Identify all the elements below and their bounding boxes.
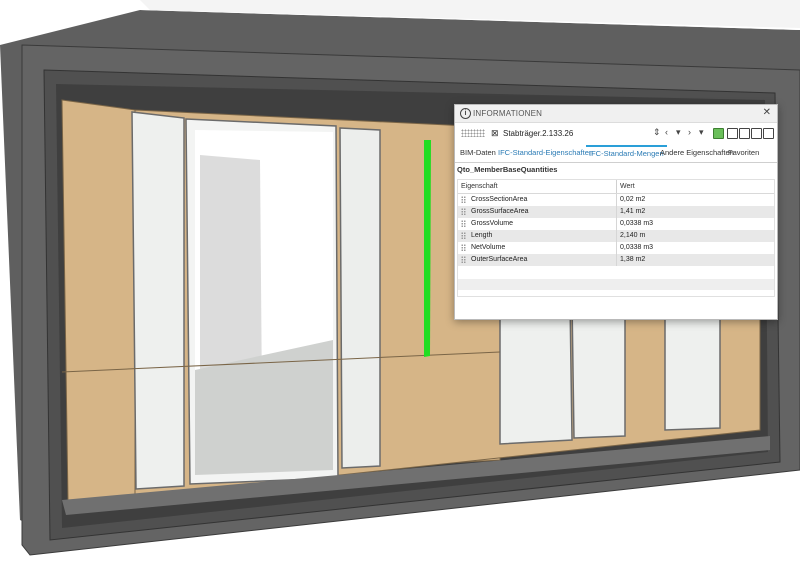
row-grip-icon[interactable] [461,208,466,216]
prev-icon[interactable]: ‹ [665,127,668,137]
panel-title: INFORMATIONEN [473,109,543,118]
clipboard-icon[interactable] [727,128,738,139]
member-icon: ⊠ [491,128,499,138]
glass-pane-5 [571,299,626,439]
tab-bar: BIM-Daten IFC-Standard-Eigenschaften IFC… [455,145,777,163]
property-name: NetVolume [471,244,506,251]
object-name: Stabträger.2.133.26 [503,129,574,138]
empty-row [458,279,774,290]
table-row[interactable]: NetVolume 0,0338 m3 [458,242,774,254]
property-value: 0,0338 m3 [620,244,654,251]
column-divider [616,194,617,206]
window-icon[interactable] [763,128,774,139]
row-grip-icon[interactable] [461,232,466,240]
property-value: 2,140 m [620,232,646,239]
table-row[interactable]: GrossVolume 0,0338 m3 [458,218,774,230]
close-icon[interactable]: ✕ [763,107,771,118]
column-divider [616,230,617,242]
column-divider [616,242,617,254]
table-row[interactable]: OuterSurfaceArea 1,38 m2 [458,254,774,266]
drag-grip-icon[interactable] [461,129,485,137]
property-value: 0,02 m2 [620,196,646,203]
dropdown-icon[interactable]: ▾ [699,127,704,138]
row-grip-icon[interactable] [461,196,466,204]
row-grip-icon[interactable] [461,220,466,228]
grid-header: Eigenschaft Wert [458,180,774,194]
selected-member [424,140,431,357]
table-row[interactable]: CrossSectionArea 0,02 m2 [458,194,774,206]
info-icon: i [460,108,471,119]
property-name: Length [471,232,493,239]
glass-pane-1 [131,111,185,490]
property-name: GrossSurfaceArea [471,208,529,215]
table-row[interactable]: GrossSurfaceArea 1,41 m2 [458,206,774,218]
updown-arrows-icon[interactable]: ⇕ [653,127,661,138]
header-property[interactable]: Eigenschaft [461,183,498,190]
column-divider [616,206,617,218]
object-bar: ⊠ Stabträger.2.133.26 ⇕ ‹ ▾ › ▾ [455,123,777,145]
property-name: OuterSurfaceArea [471,256,528,263]
clipboard-icon[interactable] [739,128,750,139]
tab-bim-daten[interactable]: BIM-Daten [457,145,499,161]
column-divider [616,254,617,266]
property-value: 1,38 m2 [620,256,646,263]
row-grip-icon[interactable] [461,244,466,252]
section-title: Qto_MemberBaseQuantities [457,165,558,174]
glass-pane-4 [499,299,573,445]
property-name: CrossSectionArea [471,196,528,203]
empty-row [458,268,774,279]
header-value[interactable]: Wert [620,183,635,190]
table-row[interactable]: Length 2,140 m [458,230,774,242]
property-grid: Eigenschaft Wert CrossSectionArea 0,02 m… [457,179,775,297]
panel-titlebar[interactable]: i INFORMATIONEN ✕ [455,105,777,123]
glass-pane-3 [339,127,381,469]
wood-panel-left [61,99,136,503]
property-value: 0,0338 m3 [620,220,654,227]
column-divider[interactable] [616,180,617,193]
column-divider [616,218,617,230]
clipboard-icon[interactable] [751,128,762,139]
tab-ifc-standard-mengen[interactable]: IFC-Standard-Mengen [586,145,667,163]
next-icon[interactable]: › [688,127,691,137]
dropdown-icon[interactable]: ▾ [676,127,681,138]
information-panel: i INFORMATIONEN ✕ ⊠ Stabträger.2.133.26 … [454,104,778,320]
filter-icon[interactable] [713,128,724,139]
property-name: GrossVolume [471,220,514,227]
property-value: 1,41 m2 [620,208,646,215]
tab-favoriten[interactable]: Favoriten [725,145,762,161]
tab-ifc-standard-eigenschaften[interactable]: IFC-Standard-Eigenschaften [495,145,596,161]
row-grip-icon[interactable] [461,256,466,264]
